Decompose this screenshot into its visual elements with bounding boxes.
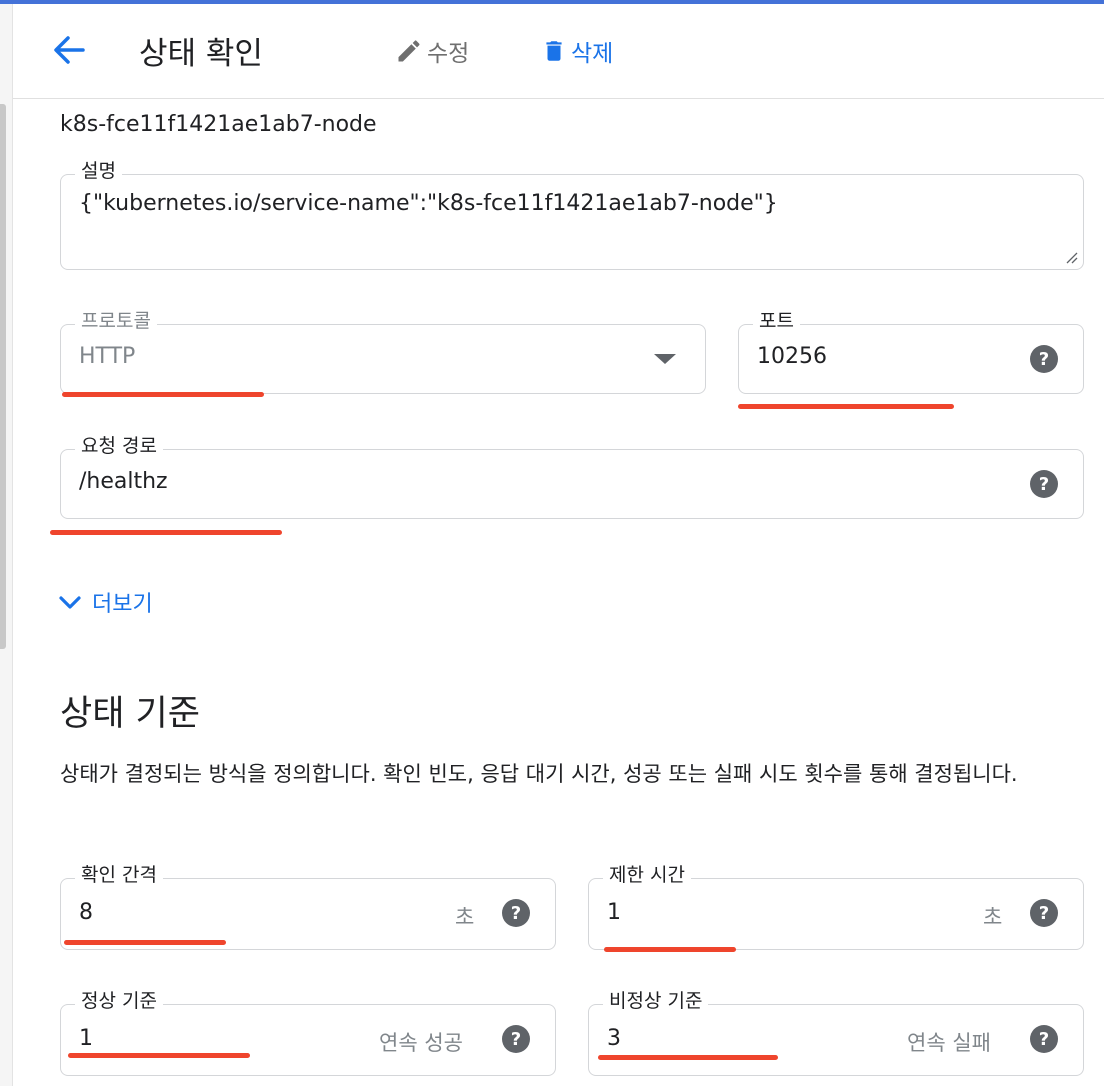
request-path-input[interactable]: /healthz (79, 469, 168, 494)
port-field[interactable]: 포트 10256 ? (738, 309, 1084, 394)
check-interval-unit: 초 (455, 905, 475, 929)
chevron-down-icon (59, 596, 81, 609)
check-interval-input[interactable]: 8 (79, 900, 93, 925)
port-label: 포트 (753, 309, 800, 333)
criteria-description: 상태가 결정되는 방식을 정의합니다. 확인 빈도, 응답 대기 시간, 성공 … (60, 762, 1018, 786)
annotation-underline (50, 530, 282, 535)
edit-button-label: 수정 (427, 41, 470, 67)
page-title: 상태 확인 (139, 36, 263, 72)
check-interval-label: 확인 간격 (75, 863, 163, 887)
edit-button[interactable]: 수정 (395, 34, 469, 68)
annotation-underline (604, 947, 736, 952)
annotation-underline (738, 404, 954, 409)
back-arrow-icon[interactable] (49, 30, 89, 70)
svg-text:?: ? (1039, 474, 1049, 495)
protocol-value: HTTP (79, 344, 136, 369)
annotation-underline (62, 392, 264, 397)
svg-text:?: ? (511, 1029, 521, 1050)
timeout-unit: 초 (983, 905, 1003, 929)
svg-text:?: ? (1039, 349, 1049, 370)
help-icon[interactable]: ? (501, 898, 531, 928)
help-icon[interactable]: ? (1029, 344, 1059, 374)
show-more-button[interactable]: 더보기 (56, 586, 153, 618)
svg-text:?: ? (1039, 1029, 1049, 1050)
healthy-threshold-label: 정상 기준 (75, 989, 163, 1013)
criteria-section-title: 상태 기준 (60, 694, 200, 734)
delete-button-label: 삭제 (571, 41, 614, 67)
annotation-underline (598, 1055, 778, 1060)
unhealthy-threshold-unit: 연속 실패 (907, 1031, 991, 1055)
protocol-label: 프로토콜 (75, 309, 157, 333)
health-check-name: k8s-fce11f1421ae1ab7-node (60, 112, 377, 137)
unhealthy-threshold-field[interactable]: 비정상 기준 3 연속 실패 ? (588, 989, 1084, 1076)
port-input[interactable]: 10256 (757, 344, 827, 369)
healthy-threshold-field[interactable]: 정상 기준 1 연속 성공 ? (60, 989, 556, 1076)
page-header: 상태 확인 수정 삭제 (13, 4, 1104, 99)
show-more-label: 더보기 (92, 592, 153, 617)
description-label: 설명 (75, 159, 122, 183)
trash-icon (546, 41, 562, 61)
svg-text:?: ? (1039, 903, 1049, 924)
healthy-threshold-unit: 연속 성공 (379, 1031, 463, 1055)
delete-button[interactable]: 삭제 (541, 34, 613, 68)
pencil-icon (398, 40, 420, 62)
resize-handle-icon[interactable] (1063, 249, 1079, 265)
help-icon[interactable]: ? (501, 1024, 531, 1054)
healthy-threshold-input[interactable]: 1 (79, 1026, 93, 1051)
help-icon[interactable]: ? (1029, 469, 1059, 499)
timeout-field[interactable]: 제한 시간 1 초 ? (588, 863, 1084, 950)
svg-text:?: ? (511, 903, 521, 924)
unhealthy-threshold-input[interactable]: 3 (607, 1026, 621, 1051)
annotation-underline (68, 1053, 250, 1058)
dropdown-arrow-icon[interactable] (654, 354, 676, 364)
description-value[interactable]: {"kubernetes.io/service-name":"k8s-fce11… (79, 191, 778, 216)
annotation-underline (64, 940, 226, 945)
request-path-label: 요청 경로 (75, 434, 163, 458)
timeout-label: 제한 시간 (603, 863, 691, 887)
left-scrollbar-track[interactable] (0, 4, 13, 1086)
timeout-input[interactable]: 1 (607, 900, 621, 925)
description-field[interactable]: 설명 {"kubernetes.io/service-name":"k8s-fc… (60, 159, 1084, 270)
unhealthy-threshold-label: 비정상 기준 (603, 989, 709, 1013)
request-path-field[interactable]: 요청 경로 /healthz ? (60, 434, 1084, 519)
protocol-select[interactable]: 프로토콜 HTTP (60, 309, 706, 394)
help-icon[interactable]: ? (1029, 1024, 1059, 1054)
left-scrollbar-thumb[interactable] (0, 104, 6, 649)
help-icon[interactable]: ? (1029, 898, 1059, 928)
